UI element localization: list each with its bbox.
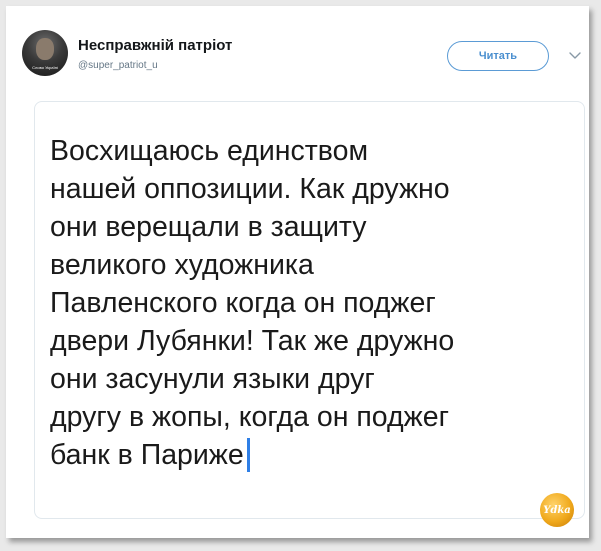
watermark-badge: Ydka [540, 493, 574, 527]
tweet-text: Восхищаюсь единством нашей оппозиции. Ка… [50, 132, 570, 474]
tweet-body: Восхищаюсь единством нашей оппозиции. Ка… [34, 101, 585, 519]
avatar-face [36, 38, 54, 60]
user-handle[interactable]: @super_patriot_u [78, 60, 158, 71]
text-cursor [246, 438, 250, 472]
avatar[interactable]: Слово Україні [22, 30, 68, 76]
tweet-screenshot-frame: Слово Україні Несправжній патріот @super… [6, 6, 589, 538]
follow-button[interactable]: Читать [447, 41, 549, 71]
tweet-header: Слово Україні Несправжній патріот @super… [6, 6, 589, 92]
tweet-text-content: Восхищаюсь единством нашей оппозиции. Ка… [50, 135, 455, 471]
display-name[interactable]: Несправжній патріот [78, 37, 232, 54]
chevron-down-icon[interactable] [569, 51, 581, 61]
avatar-caption: Слово Україні [32, 65, 58, 70]
